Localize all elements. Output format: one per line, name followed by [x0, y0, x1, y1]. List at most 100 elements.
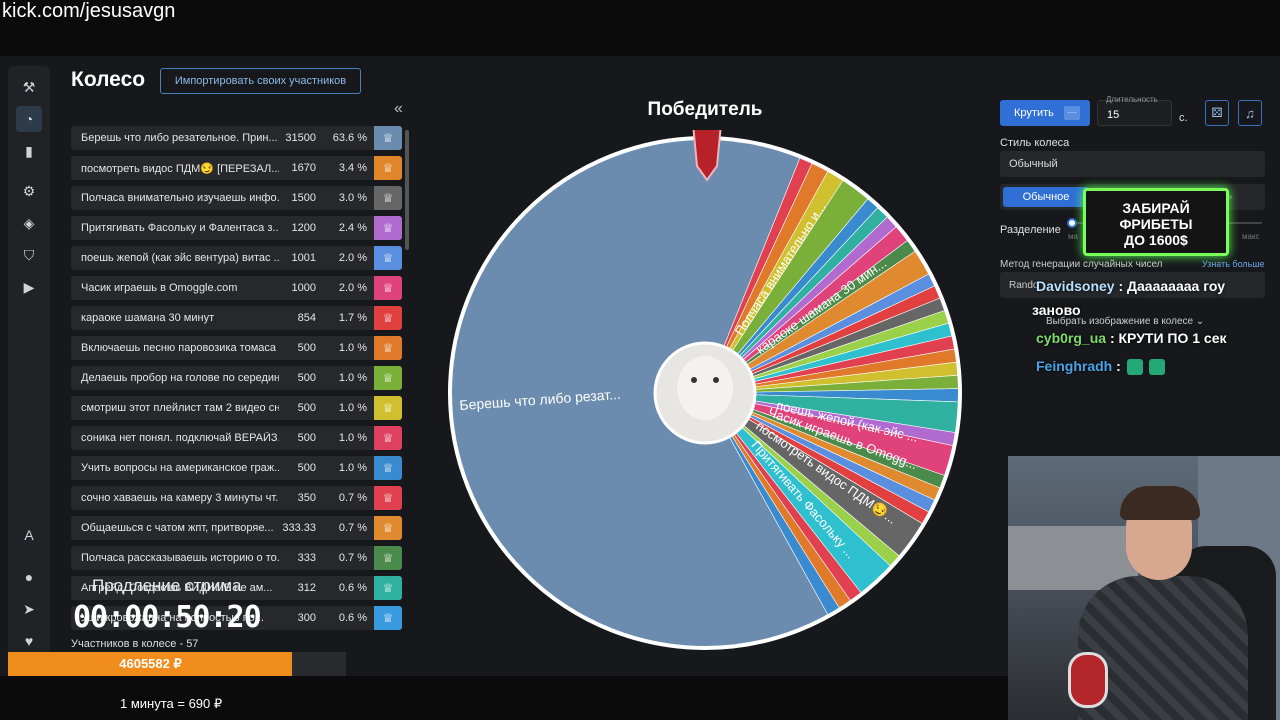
participant-row[interactable]: Учить вопросы на американское граж... 500…	[71, 456, 402, 480]
donation-progress: 4605582 ₽	[8, 652, 346, 676]
participant-row[interactable]: поешь жепой (как эйс вентура) витас ... 1…	[71, 246, 402, 270]
participant-percent: 1.7 %	[338, 312, 367, 324]
participant-color-icon[interactable]: ♕	[374, 336, 402, 360]
participant-amount: 1001	[291, 252, 316, 264]
stats-icon[interactable]: ▮	[16, 138, 42, 164]
telegram-icon[interactable]: ➤	[16, 596, 42, 622]
wheel-style-label: Стиль колеса	[1000, 137, 1070, 149]
participant-row[interactable]: Берешь что либо резательное. Прин... 3150…	[71, 126, 402, 150]
cam-person-hair	[1120, 486, 1200, 520]
participant-amount: 1500	[291, 192, 316, 204]
participant-color-icon[interactable]: ♕	[374, 186, 402, 210]
cat-face	[677, 356, 733, 420]
list-scrollbar[interactable]	[405, 130, 409, 250]
chat-message: Davidsoney : Даааааааа гоу	[1036, 278, 1225, 294]
participant-name: смотриш этот плейлист там 2 видео сн...	[81, 402, 279, 414]
shield-icon[interactable]: ⛉	[16, 242, 42, 268]
participant-amount: 31500	[285, 132, 316, 144]
donate-icon[interactable]: ♥	[16, 628, 42, 654]
participant-percent: 2.0 %	[338, 282, 367, 294]
participant-color-icon[interactable]: ♕	[374, 456, 402, 480]
participant-row[interactable]: Полчаса внимательно изучаешь инфо... 1500…	[71, 186, 402, 210]
participant-color-icon[interactable]: ♕	[374, 606, 402, 630]
participant-color-icon[interactable]: ♕	[374, 486, 402, 510]
participant-row[interactable]: Притягивать Фасольку и Фалентаса з... 120…	[71, 216, 402, 240]
page-title: Колесо	[71, 68, 146, 91]
participant-amount: 1200	[291, 222, 316, 234]
participant-percent: 3.0 %	[338, 192, 367, 204]
participant-row[interactable]: Полчаса рассказываешь историю о то... 333…	[71, 546, 402, 570]
participant-percent: 63.6 %	[332, 132, 367, 144]
participant-amount: 500	[297, 432, 316, 444]
chat-message: Feinghradh :	[1036, 358, 1165, 376]
translate-icon[interactable]: A	[16, 522, 42, 548]
collapse-icon[interactable]: «	[394, 100, 403, 118]
participant-color-icon[interactable]: ♕	[374, 546, 402, 570]
extension-label: Продление стрима	[92, 576, 242, 595]
participant-row[interactable]: Включаешь песню паровозика томаса ... 500…	[71, 336, 402, 360]
promo-line-3: ДО 1600$	[1124, 232, 1188, 248]
dice-icon[interactable]: ⚄	[1205, 100, 1229, 126]
settings-icon[interactable]: ⚙	[16, 178, 42, 204]
participant-color-icon[interactable]: ♕	[374, 216, 402, 240]
participant-row[interactable]: смотриш этот плейлист там 2 видео сн... 5…	[71, 396, 402, 420]
chat-username: Davidsoney	[1036, 278, 1115, 294]
participant-amount: 312	[297, 582, 316, 594]
github-icon[interactable]: ●	[16, 564, 42, 590]
participant-color-icon[interactable]: ♕	[374, 306, 402, 330]
prize-wheel[interactable]: Берешь что либо резат...Полчаса внимател…	[445, 130, 965, 656]
auction-icon[interactable]: ⚒	[16, 74, 42, 100]
participant-name: посмотреть видос ПДМ😏 [ПЕРЕЗАЛ...	[81, 163, 279, 175]
duration-label: Длительность	[1106, 95, 1158, 104]
participant-row[interactable]: Делаешь пробор на голове по середин... 50…	[71, 366, 402, 390]
music-icon[interactable]: ♫	[1238, 100, 1262, 126]
participant-color-icon[interactable]: ♕	[374, 276, 402, 300]
wheel-icon[interactable]: ◔	[16, 106, 42, 132]
winner-label: Победитель	[647, 99, 763, 120]
participant-color-icon[interactable]: ♕	[374, 246, 402, 270]
promo-banner[interactable]: ЗАБИРАЙ ФРИБЕТЫ ДО 1600$	[1083, 188, 1229, 256]
stream-url: kick.com/jesusavgn	[2, 0, 176, 22]
participant-amount: 333	[297, 552, 316, 564]
participant-percent: 2.0 %	[338, 252, 367, 264]
participant-row[interactable]: соника нет понял. подключай ВЕРАЙЗ... 500…	[71, 426, 402, 450]
cat-eye-left	[691, 377, 697, 383]
participant-color-icon[interactable]: ♕	[374, 396, 402, 420]
spin-more-button[interactable]: ···	[1064, 106, 1080, 120]
participant-name: сочно хаваешь на камеру 3 минуты чт...	[81, 492, 279, 504]
participant-name: поешь жепой (как эйс вентура) витас ...	[81, 252, 279, 264]
chat-text: : Даааааааа гоу	[1118, 278, 1225, 294]
participant-percent: 1.0 %	[338, 462, 367, 474]
participant-row[interactable]: Часик играешь в Omoggle.com 1000 2.0 % ♕	[71, 276, 402, 300]
participant-color-icon[interactable]: ♕	[374, 366, 402, 390]
participant-color-icon[interactable]: ♕	[374, 576, 402, 600]
import-participants-button[interactable]: Импортировать своих участников	[160, 68, 361, 94]
wheel-style-select[interactable]: Обычный	[1000, 151, 1265, 177]
spin-button[interactable]: Крутить ···	[1000, 100, 1090, 126]
split-label: Разделение	[1000, 224, 1061, 236]
participant-color-icon[interactable]: ♕	[374, 426, 402, 450]
chat-text: : КРУТИ ПО 1 сек	[1109, 330, 1227, 346]
participant-color-icon[interactable]: ♕	[374, 516, 402, 540]
spin-label: Крутить	[1014, 107, 1054, 119]
rng-more-link[interactable]: Узнать больше	[1202, 259, 1265, 269]
extension-timer: 00:00:50:20	[73, 600, 262, 635]
participant-row[interactable]: караоке шамана 30 минут 854 1.7 % ♕	[71, 306, 402, 330]
cat-eye-right	[713, 377, 719, 383]
participant-color-icon[interactable]: ♕	[374, 126, 402, 150]
slider-max: макс	[1242, 232, 1260, 241]
layers-icon[interactable]: ◈	[16, 210, 42, 236]
participant-percent: 1.0 %	[338, 402, 367, 414]
promo-line-2: ФРИБЕТЫ	[1119, 216, 1193, 232]
participant-row[interactable]: посмотреть видос ПДМ😏 [ПЕРЕЗАЛ... 1670 3.4…	[71, 156, 402, 180]
participant-row[interactable]: Общаешься с чатом жпт, притворяе... 333.3…	[71, 516, 402, 540]
tab-normal[interactable]: Обычное	[1003, 187, 1089, 207]
participant-color-icon[interactable]: ♕	[374, 156, 402, 180]
slider-knob[interactable]	[1067, 218, 1077, 228]
emote-icon	[1148, 359, 1165, 376]
participant-percent: 1.0 %	[338, 342, 367, 354]
participant-percent: 0.7 %	[338, 492, 367, 504]
chat-text: :	[1116, 358, 1121, 374]
video-icon[interactable]: ▶	[16, 274, 42, 300]
participant-row[interactable]: сочно хаваешь на камеру 3 минуты чт... 35…	[71, 486, 402, 510]
